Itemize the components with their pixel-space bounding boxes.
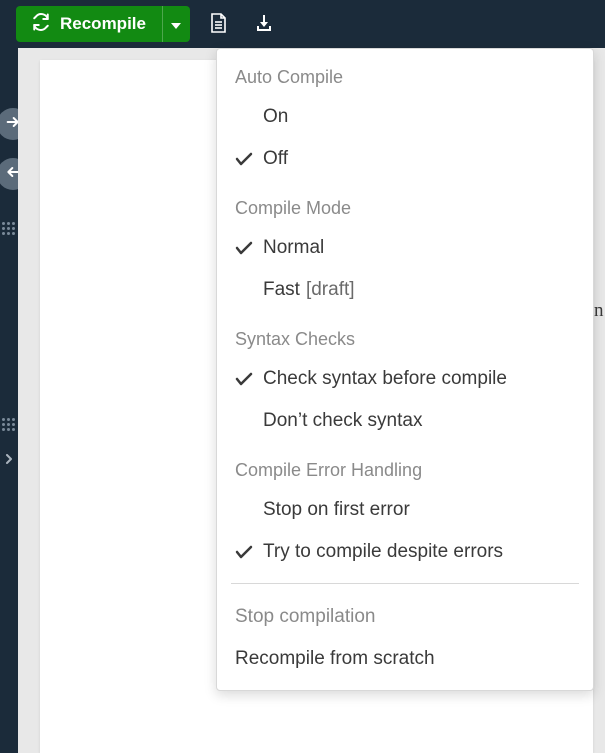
dropdown-header-error-handling: Compile Error Handling (217, 442, 593, 489)
dropdown-item-label: Don’t check syntax (263, 410, 422, 432)
background-document-text: n (594, 300, 604, 322)
dropdown-item-dont-check-syntax[interactable]: Don’t check syntax (217, 400, 593, 442)
dropdown-item-suffix: [draft] (306, 279, 355, 301)
left-gutter (0, 48, 18, 753)
dropdown-action-recompile-from-scratch[interactable]: Recompile from scratch (217, 636, 593, 678)
dropdown-item-check-syntax[interactable]: Check syntax before compile (217, 358, 593, 400)
check-icon (235, 241, 263, 255)
refresh-icon (32, 13, 50, 36)
download-icon (254, 13, 274, 36)
file-icon (209, 13, 227, 36)
view-logs-button[interactable] (200, 6, 236, 42)
dropdown-header-syntax-checks: Syntax Checks (217, 311, 593, 358)
recompile-dropdown-toggle[interactable] (162, 6, 190, 42)
dropdown-item-compile-mode-normal[interactable]: Normal (217, 227, 593, 269)
dropdown-item-label: Normal (263, 237, 324, 259)
dropdown-item-compile-despite-errors[interactable]: Try to compile despite errors (217, 531, 593, 573)
recompile-label: Recompile (60, 14, 146, 34)
dropdown-item-label: Stop on first error (263, 499, 410, 521)
recompile-dropdown: Auto Compile On Off Compile Mode Normal … (216, 48, 594, 691)
dropdown-item-label: Try to compile despite errors (263, 541, 503, 563)
toolbar: Recompile (0, 0, 605, 48)
dropdown-header-auto-compile: Auto Compile (217, 49, 593, 96)
dropdown-item-compile-mode-fast[interactable]: Fast [draft] (217, 269, 593, 311)
dropdown-item-label: On (263, 106, 288, 128)
check-icon (235, 372, 263, 386)
dropdown-divider (231, 583, 579, 584)
resize-handle-lower[interactable] (2, 418, 16, 431)
recompile-button[interactable]: Recompile (16, 6, 162, 42)
download-button[interactable] (246, 6, 282, 42)
check-icon (235, 152, 263, 166)
dropdown-item-label: Check syntax before compile (263, 368, 507, 390)
dropdown-item-stop-on-first-error[interactable]: Stop on first error (217, 489, 593, 531)
check-icon (235, 545, 263, 559)
chevron-right-icon (5, 451, 13, 469)
resize-handle-upper[interactable] (2, 222, 16, 235)
dropdown-action-stop-compilation[interactable]: Stop compilation (217, 594, 593, 636)
dropdown-header-compile-mode: Compile Mode (217, 180, 593, 227)
dropdown-item-label: Off (263, 148, 288, 170)
dropdown-item-auto-compile-on[interactable]: On (217, 96, 593, 138)
dropdown-item-label: Fast (263, 279, 300, 301)
caret-down-icon (171, 17, 181, 32)
dropdown-item-auto-compile-off[interactable]: Off (217, 138, 593, 180)
collapse-panel-button[interactable] (0, 448, 18, 472)
